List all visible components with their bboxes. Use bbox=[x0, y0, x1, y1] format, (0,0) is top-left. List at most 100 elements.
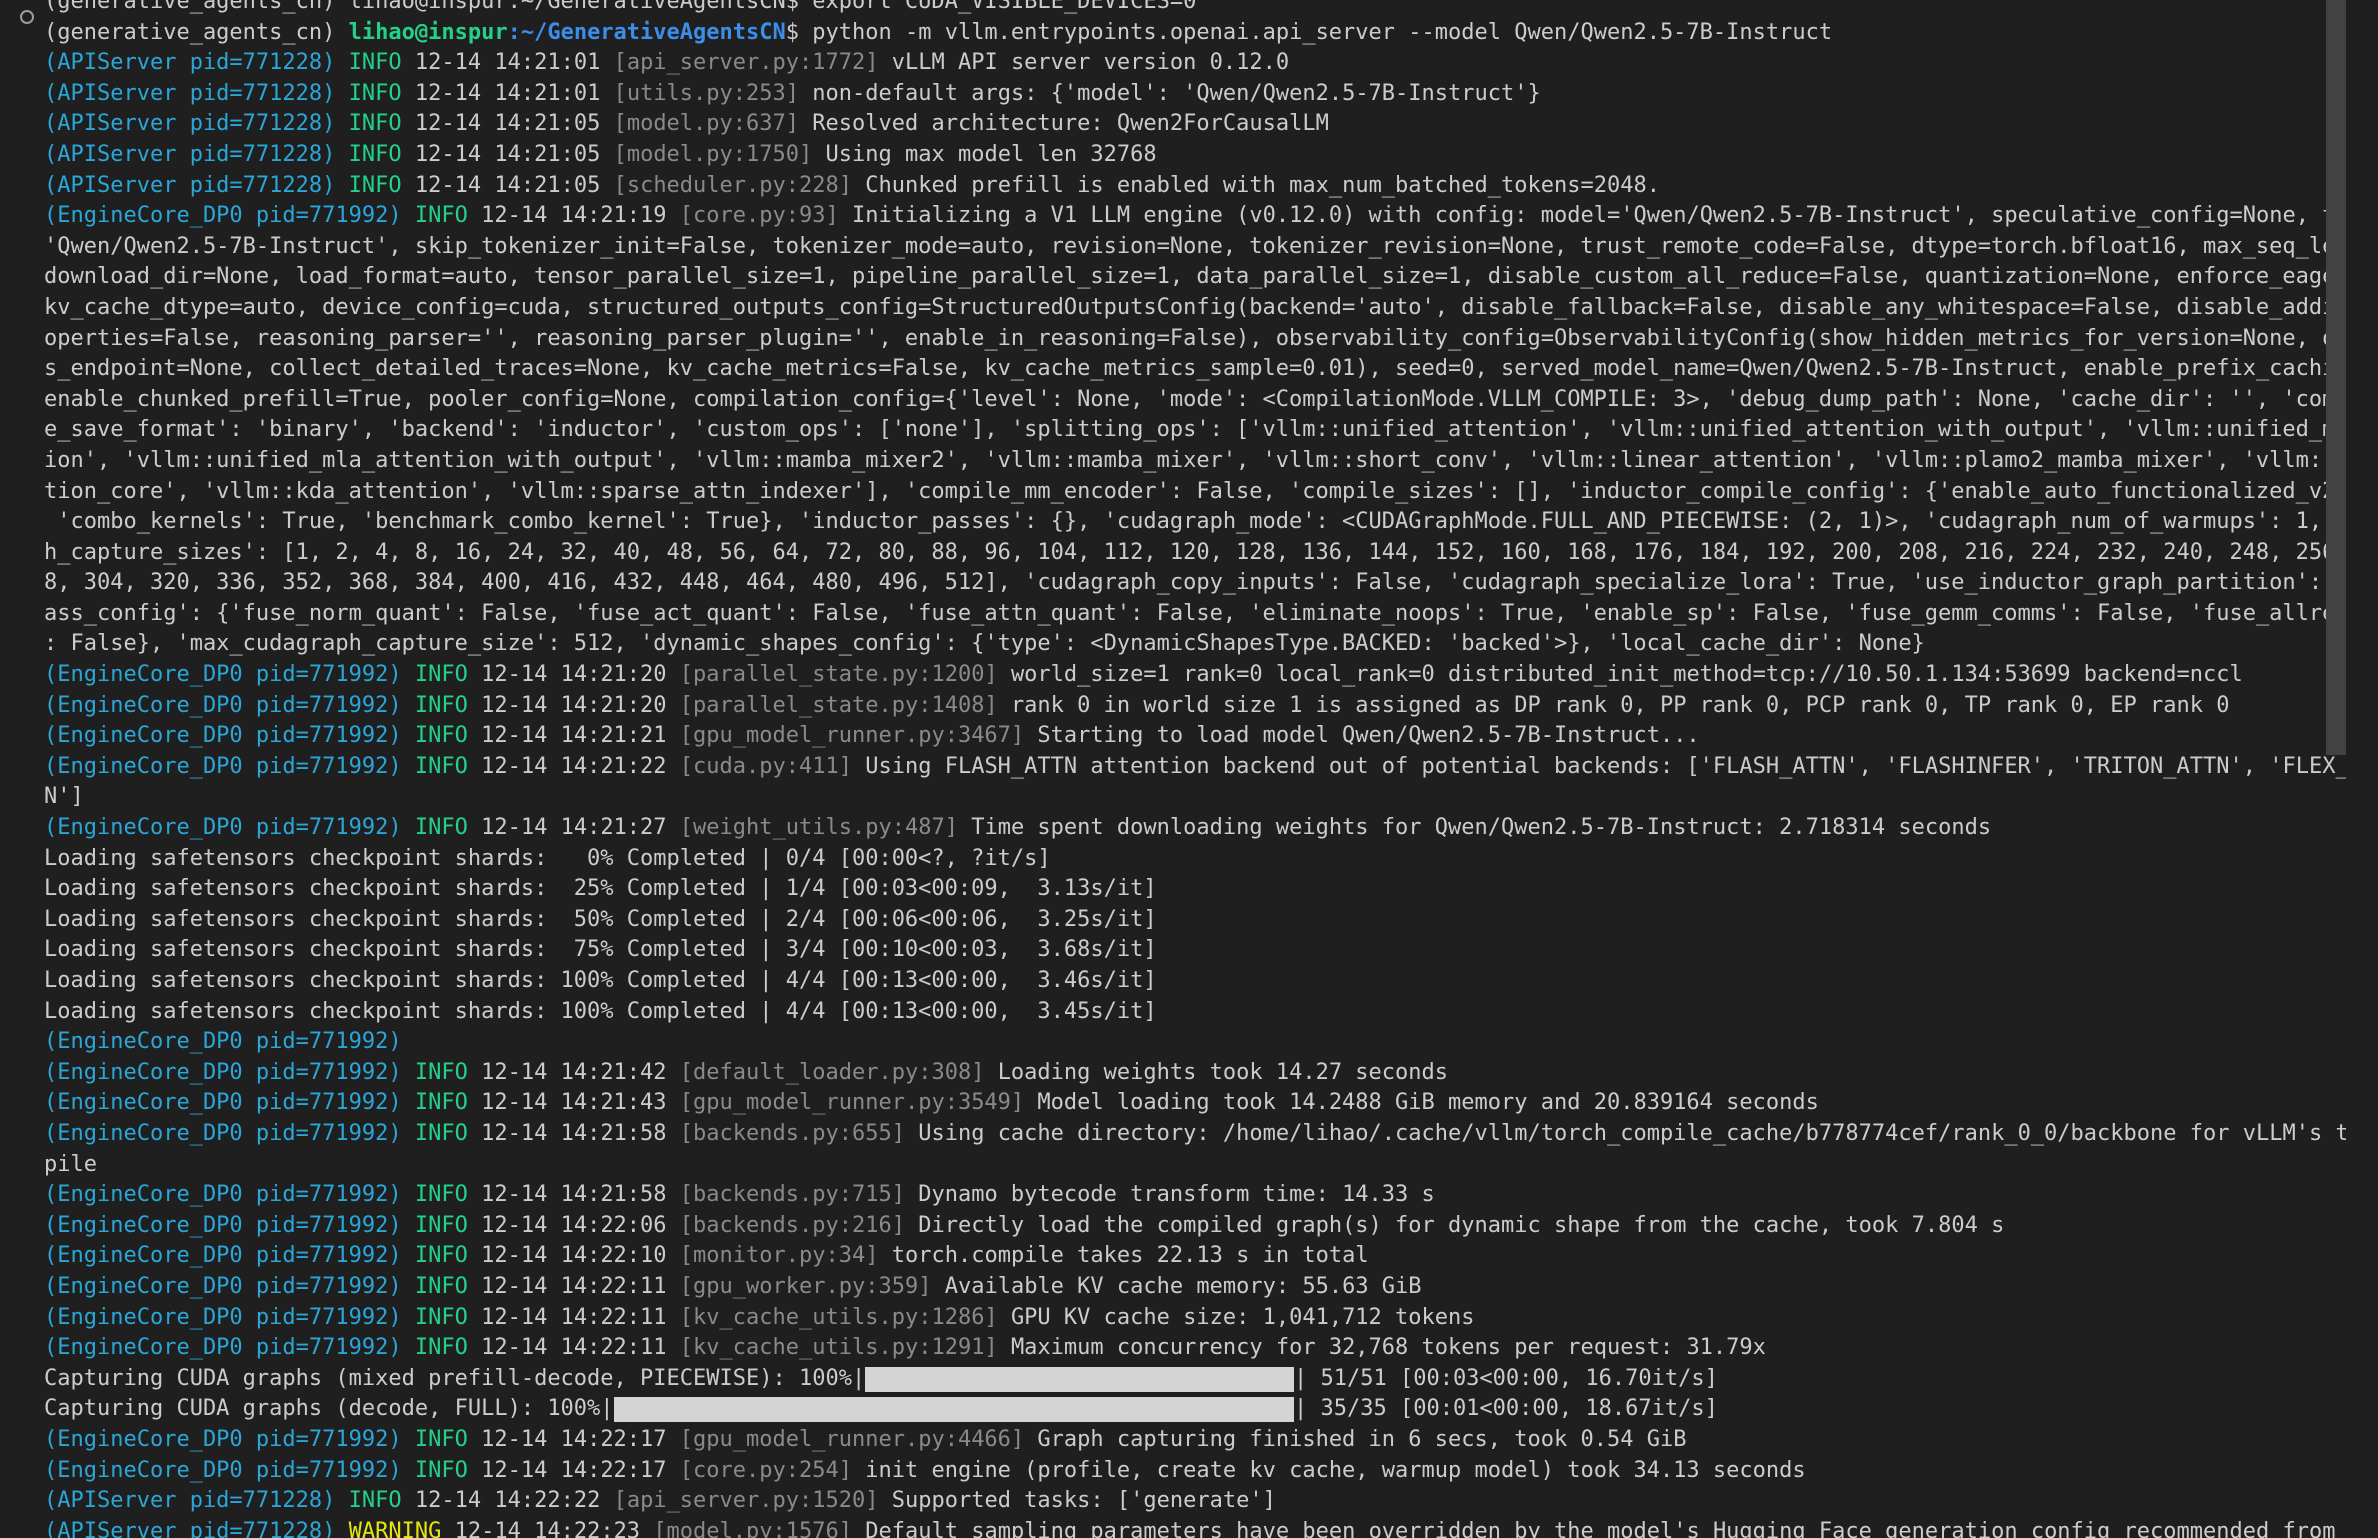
log-message: Default sampling parameters have been ov… bbox=[865, 1518, 2346, 1538]
log-file: [kv_cache_utils.py:1291] bbox=[679, 1335, 998, 1361]
log-file: [default_loader.py:308] bbox=[679, 1059, 985, 1085]
log-text: Loading safetensors checkpoint shards: 5… bbox=[44, 906, 1157, 932]
prompt-command: python -m vllm.entrypoints.openai.api_se… bbox=[812, 19, 1833, 45]
progress-bar-fill bbox=[613, 1397, 1294, 1423]
log-line: (EngineCore_DP0 pid=771992) INFO 12-14 1… bbox=[44, 1211, 2346, 1242]
log-file: [backends.py:655] bbox=[679, 1120, 905, 1146]
log-line: (EngineCore_DP0 pid=771992) INFO 12-14 1… bbox=[44, 813, 2346, 844]
log-line: Loading safetensors checkpoint shards: 5… bbox=[44, 905, 2346, 936]
log-line: (EngineCore_DP0 pid=771992) INFO 12-14 1… bbox=[44, 660, 2346, 691]
log-timestamp: 12-14 14:21:58 bbox=[481, 1120, 667, 1146]
log-file: [gpu_model_runner.py:3467] bbox=[679, 723, 1025, 749]
log-level: INFO bbox=[414, 1335, 468, 1361]
log-level: INFO bbox=[414, 203, 468, 229]
log-level: INFO bbox=[414, 1457, 468, 1483]
log-line: Loading safetensors checkpoint shards: 0… bbox=[44, 844, 2346, 875]
log-file: [model.py:1750] bbox=[613, 141, 813, 167]
log-file: [api_server.py:1520] bbox=[613, 1488, 879, 1514]
prompt-env: (generative_agents_cn) bbox=[44, 19, 349, 45]
log-source: (APIServer pid=771228) bbox=[44, 141, 336, 167]
log-line: (APIServer pid=771228) INFO 12-14 14:21:… bbox=[44, 140, 2346, 171]
log-text: 'Qwen/Qwen2.5-7B-Instruct', skip_tokeniz… bbox=[44, 233, 2346, 259]
log-message: Maximum concurrency for 32,768 tokens pe… bbox=[1010, 1335, 1766, 1361]
log-file: [core.py:254] bbox=[679, 1457, 852, 1483]
log-message: rank 0 in world size 1 is assigned as DP… bbox=[1010, 692, 2230, 718]
log-line: ass_config': {'fuse_norm_quant': False, … bbox=[44, 599, 2346, 630]
log-line: Loading safetensors checkpoint shards: 2… bbox=[44, 874, 2346, 905]
log-file: [scheduler.py:228] bbox=[613, 172, 852, 198]
log-text: tion_core', 'vllm::kda_attention', 'vllm… bbox=[44, 478, 2346, 504]
log-message: Available KV cache memory: 55.63 GiB bbox=[944, 1273, 1422, 1299]
log-line: enable_chunked_prefill=True, pooler_conf… bbox=[44, 385, 2346, 416]
log-level: INFO bbox=[414, 1243, 468, 1269]
log-timestamp: 12-14 14:21:19 bbox=[481, 203, 667, 229]
log-source: (EngineCore_DP0 pid=771992) bbox=[44, 1059, 402, 1085]
log-source: (APIServer pid=771228) bbox=[44, 1518, 336, 1538]
prompt-partial-text: (generative_agents_cn) lihao@inspur:~/Ge… bbox=[44, 0, 1197, 14]
log-text: 'combo_kernels': True, 'benchmark_combo_… bbox=[44, 509, 2346, 535]
log-source: (EngineCore_DP0 pid=771992) bbox=[44, 1426, 402, 1452]
log-text: s_endpoint=None, collect_detailed_traces… bbox=[44, 356, 2346, 382]
log-message: Resolved architecture: Qwen2ForCausalLM bbox=[812, 111, 1329, 137]
log-source: (EngineCore_DP0 pid=771992) bbox=[44, 203, 402, 229]
log-level: WARNING bbox=[348, 1518, 442, 1538]
log-text: download_dir=None, load_format=auto, ten… bbox=[44, 264, 2346, 290]
log-line: (EngineCore_DP0 pid=771992) INFO 12-14 1… bbox=[44, 201, 2346, 232]
log-line: (EngineCore_DP0 pid=771992) INFO 12-14 1… bbox=[44, 1058, 2346, 1089]
scrollbar-thumb[interactable] bbox=[2326, 0, 2346, 755]
log-line: (APIServer pid=771228) INFO 12-14 14:21:… bbox=[44, 48, 2346, 79]
log-message: Initializing a V1 LLM engine (v0.12.0) w… bbox=[852, 203, 2346, 229]
prompt-partial-line: (generative_agents_cn) lihao@inspur:~/Ge… bbox=[44, 0, 2346, 18]
log-file: [weight_utils.py:487] bbox=[679, 815, 958, 841]
log-file: [gpu_worker.py:359] bbox=[679, 1273, 932, 1299]
log-level: INFO bbox=[414, 1090, 468, 1116]
log-timestamp: 12-14 14:21:05 bbox=[414, 172, 601, 198]
log-source: (EngineCore_DP0 pid=771992) bbox=[44, 1243, 402, 1269]
log-source: (EngineCore_DP0 pid=771992) bbox=[44, 753, 402, 779]
log-level: INFO bbox=[414, 662, 468, 688]
log-text: ion', 'vllm::unified_mla_attention_with_… bbox=[44, 447, 2346, 473]
log-message: Time spent downloading weights for Qwen/… bbox=[971, 815, 1992, 841]
log-timestamp: 12-14 14:22:10 bbox=[481, 1243, 667, 1269]
command-status-icon[interactable] bbox=[20, 10, 34, 24]
log-file: [model.py:637] bbox=[613, 111, 800, 137]
log-level: INFO bbox=[414, 753, 468, 779]
progress-label: Capturing CUDA graphs (mixed prefill-dec… bbox=[44, 1365, 866, 1391]
log-text: h_capture_sizes': [1, 2, 4, 8, 16, 24, 3… bbox=[44, 539, 2346, 565]
log-message: Starting to load model Qwen/Qwen2.5-7B-I… bbox=[1037, 723, 1700, 749]
log-timestamp: 12-14 14:21:21 bbox=[481, 723, 667, 749]
log-line: (EngineCore_DP0 pid=771992) INFO 12-14 1… bbox=[44, 1456, 2346, 1487]
log-timestamp: 12-14 14:22:22 bbox=[414, 1488, 601, 1514]
log-line: (EngineCore_DP0 pid=771992) INFO 12-14 1… bbox=[44, 1333, 2346, 1364]
log-line: Loading safetensors checkpoint shards: 1… bbox=[44, 997, 2346, 1028]
log-message: Graph capturing finished in 6 secs, took… bbox=[1037, 1426, 1687, 1452]
log-line: (EngineCore_DP0 pid=771992) INFO 12-14 1… bbox=[44, 691, 2346, 722]
terminal-output[interactable]: (generative_agents_cn) lihao@inspur:~/Ge… bbox=[0, 0, 2350, 1538]
log-line: (EngineCore_DP0 pid=771992) INFO 12-14 1… bbox=[44, 752, 2346, 783]
log-file: [parallel_state.py:1408] bbox=[679, 692, 998, 718]
log-level: INFO bbox=[414, 1304, 468, 1330]
log-level: INFO bbox=[414, 1212, 468, 1238]
log-timestamp: 12-14 14:22:11 bbox=[481, 1304, 667, 1330]
log-line: Loading safetensors checkpoint shards: 7… bbox=[44, 935, 2346, 966]
log-message: init engine (profile, create kv cache, w… bbox=[865, 1457, 1806, 1483]
log-source: (APIServer pid=771228) bbox=[44, 1488, 336, 1514]
log-file: [gpu_model_runner.py:3549] bbox=[679, 1090, 1025, 1116]
log-timestamp: 12-14 14:22:06 bbox=[481, 1212, 667, 1238]
log-text: enable_chunked_prefill=True, pooler_conf… bbox=[44, 386, 2346, 412]
log-line: (APIServer pid=771228) INFO 12-14 14:21:… bbox=[44, 79, 2346, 110]
log-line: e_save_format': 'binary', 'backend': 'in… bbox=[44, 415, 2346, 446]
log-line: (EngineCore_DP0 pid=771992) bbox=[44, 1027, 2346, 1058]
log-line: kv_cache_dtype=auto, device_config=cuda,… bbox=[44, 293, 2346, 324]
log-timestamp: 12-14 14:22:11 bbox=[481, 1335, 667, 1361]
log-timestamp: 12-14 14:21:20 bbox=[481, 662, 667, 688]
log-text: kv_cache_dtype=auto, device_config=cuda,… bbox=[44, 294, 2346, 320]
log-line: (APIServer pid=771228) INFO 12-14 14:22:… bbox=[44, 1486, 2346, 1517]
log-text: Loading safetensors checkpoint shards: 1… bbox=[44, 998, 1157, 1024]
log-source: (EngineCore_DP0 pid=771992) bbox=[44, 1212, 402, 1238]
log-source: (APIServer pid=771228) bbox=[44, 172, 336, 198]
log-line: (EngineCore_DP0 pid=771992) INFO 12-14 1… bbox=[44, 1241, 2346, 1272]
log-level: INFO bbox=[348, 172, 402, 198]
log-text: Loading safetensors checkpoint shards: 7… bbox=[44, 937, 1157, 963]
log-message: torch.compile takes 22.13 s in total bbox=[891, 1243, 1369, 1269]
